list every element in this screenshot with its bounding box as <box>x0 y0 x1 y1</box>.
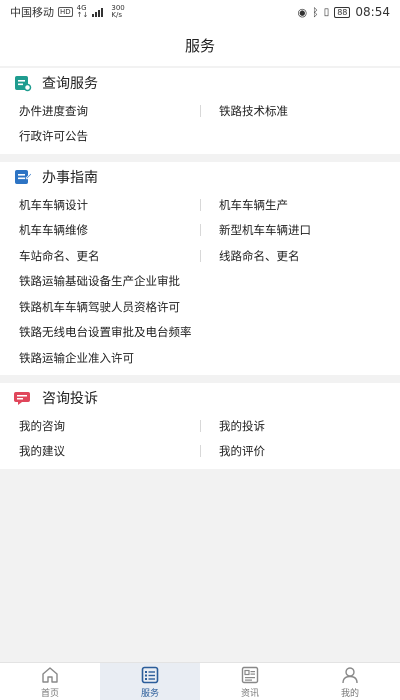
section-header: 查询服务 <box>0 68 400 98</box>
clock: 08:54 <box>355 5 390 19</box>
network-type: 4G ↑↓ <box>77 5 89 19</box>
search-document-icon <box>14 74 32 92</box>
network-arrows: ↑↓ <box>76 11 89 19</box>
user-icon <box>342 666 358 683</box>
link-row: 办件进度查询 铁路技术标准 <box>0 98 400 124</box>
link-progress-query[interactable]: 办件进度查询 <box>0 103 200 119</box>
status-left: 中国移动 HD 4G ↑↓ 300 K/s <box>10 4 125 20</box>
status-right: ◉ ᛒ ▯ 88 08:54 <box>297 5 390 19</box>
tab-mine[interactable]: 我的 <box>300 663 400 700</box>
link-my-reviews[interactable]: 我的评价 <box>200 443 400 459</box>
link-driver-qualification[interactable]: 铁路机车车辆驾驶人员资格许可 <box>0 299 400 315</box>
tab-label: 我的 <box>340 688 359 699</box>
eye-comfort-icon: ◉ <box>297 5 308 19</box>
section-header: 办事指南 <box>0 162 400 192</box>
service-list-icon <box>141 666 159 683</box>
tab-label: 首页 <box>40 688 59 699</box>
link-radio-station-approval[interactable]: 铁路无线电台设置审批及电台频率 <box>0 324 400 340</box>
section-query-services: 查询服务 办件进度查询 铁路技术标准 行政许可公告 <box>0 68 400 154</box>
tab-news[interactable]: 资讯 <box>200 663 300 700</box>
link-row: 我的咨询 我的投诉 <box>0 413 400 439</box>
bluetooth-icon: ᛒ <box>312 5 319 19</box>
tab-services[interactable]: 服务 <box>100 663 200 700</box>
network-speed-unit: K/s <box>111 11 122 19</box>
link-row: 铁路运输企业准入许可 <box>0 345 400 371</box>
link-row: 机车车辆维修 新型机车车辆进口 <box>0 218 400 244</box>
link-my-complaints[interactable]: 我的投诉 <box>200 418 400 434</box>
tab-home[interactable]: 首页 <box>0 663 100 700</box>
link-rolling-stock-design[interactable]: 机车车辆设计 <box>0 197 200 213</box>
carrier-name: 中国移动 <box>10 6 54 19</box>
status-bar: 中国移动 HD 4G ↑↓ 300 K/s ◉ ᛒ ▯ 88 08:54 <box>0 0 400 24</box>
hd-badge: HD <box>58 7 73 17</box>
section-title: 查询服务 <box>42 76 98 92</box>
vibrate-icon: ▯ <box>323 6 330 18</box>
link-row: 我的建议 我的评价 <box>0 439 400 465</box>
bottom-tab-bar: 首页 服务 资讯 我的 <box>0 662 400 700</box>
link-row: 铁路运输基础设备生产企业审批 <box>0 269 400 295</box>
link-row: 行政许可公告 <box>0 124 400 150</box>
link-rolling-stock-maintenance[interactable]: 机车车辆维修 <box>0 222 200 238</box>
link-railway-tech-standards[interactable]: 铁路技术标准 <box>200 103 400 119</box>
link-row: 铁路机车车辆驾驶人员资格许可 <box>0 294 400 320</box>
link-line-naming[interactable]: 线路命名、更名 <box>200 248 400 264</box>
battery-icon: 88 <box>334 6 351 18</box>
news-icon <box>241 666 259 683</box>
link-station-naming[interactable]: 车站命名、更名 <box>0 248 200 264</box>
page-title: 服务 <box>184 36 215 55</box>
tab-label: 资讯 <box>240 688 259 699</box>
home-icon <box>42 666 58 683</box>
section-title: 咨询投诉 <box>42 391 98 407</box>
signal-icon <box>92 7 104 17</box>
link-my-suggestions[interactable]: 我的建议 <box>0 443 200 459</box>
link-infrastructure-approval[interactable]: 铁路运输基础设备生产企业审批 <box>0 273 400 289</box>
link-admin-license-notice[interactable]: 行政许可公告 <box>0 128 400 144</box>
link-row: 车站命名、更名 线路命名、更名 <box>0 243 400 269</box>
section-consult-complaint: 咨询投诉 我的咨询 我的投诉 我的建议 我的评价 <box>0 383 400 469</box>
tab-label: 服务 <box>140 688 159 699</box>
chat-bubble-icon <box>14 389 32 407</box>
section-header: 咨询投诉 <box>0 383 400 413</box>
link-enterprise-access-permit[interactable]: 铁路运输企业准入许可 <box>0 350 400 366</box>
section-title: 办事指南 <box>42 170 98 186</box>
link-rolling-stock-production[interactable]: 机车车辆生产 <box>200 197 400 213</box>
section-service-guide: 办事指南 机车车辆设计 机车车辆生产 机车车辆维修 新型机车车辆进口 车站命名、… <box>0 162 400 375</box>
link-row: 铁路无线电台设置审批及电台频率 <box>0 320 400 346</box>
link-row: 机车车辆设计 机车车辆生产 <box>0 192 400 218</box>
app-header: 服务 <box>0 24 400 66</box>
network-speed: 300 K/s <box>111 5 124 19</box>
link-my-consultations[interactable]: 我的咨询 <box>0 418 200 434</box>
link-new-rolling-stock-import[interactable]: 新型机车车辆进口 <box>200 222 400 238</box>
guide-document-icon <box>14 168 32 186</box>
